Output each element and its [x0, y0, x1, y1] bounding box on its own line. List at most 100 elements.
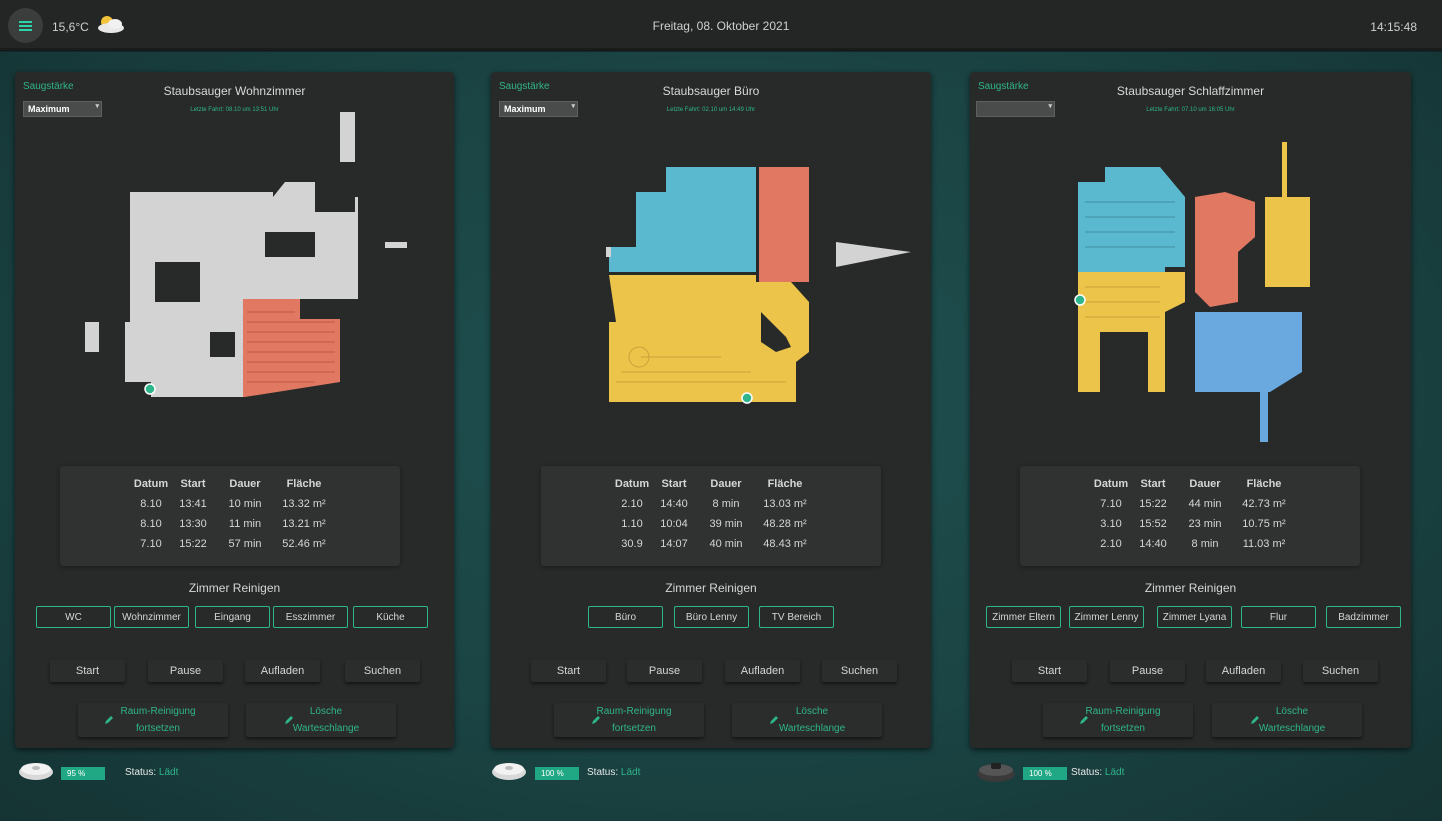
clear-queue-button[interactable]: Lösche Warteschlange [246, 703, 396, 737]
resume-room-cleaning-button[interactable]: Raum-Reinigung fortsetzen [1043, 703, 1193, 737]
cell: 14:40 [1139, 538, 1167, 550]
room-button-badzimmer[interactable]: Badzimmer [1326, 606, 1401, 628]
status-display: Status: Lädt [1071, 767, 1124, 778]
table-row: 2.10 14:40 8 min 13.03 m² [609, 498, 811, 518]
vacuum-map[interactable] [15, 72, 454, 462]
locate-button[interactable]: Suchen [1303, 660, 1378, 682]
room-button-zimmer-eltern[interactable]: Zimmer Eltern [986, 606, 1061, 628]
table-row: 7.10 15:22 44 min 42.73 m² [1088, 498, 1290, 518]
status-display: Status: Lädt [125, 767, 178, 778]
locate-button[interactable]: Suchen [345, 660, 420, 682]
cell: 10 min [228, 498, 262, 510]
start-button[interactable]: Start [1012, 660, 1087, 682]
battery-level: 95 % [61, 767, 105, 780]
time-display: 14:15:48 [1370, 20, 1417, 34]
cell: 8 min [712, 498, 740, 510]
resume-label-line2: fortsetzen [1101, 723, 1145, 734]
clear-label-line1: Lösche [1275, 706, 1309, 717]
clear-label-line2: Warteschlange [292, 723, 360, 734]
pencil-icon [592, 716, 600, 724]
cell: 15:22 [179, 538, 207, 550]
status-label: Status: [1071, 767, 1103, 778]
cell: 39 min [709, 518, 743, 530]
recharge-button[interactable]: Aufladen [245, 660, 320, 682]
date-display: Freitag, 08. Oktober 2021 [652, 19, 790, 33]
room-button-zimmer-lenny[interactable]: Zimmer Lenny [1069, 606, 1144, 628]
room-button-flur[interactable]: Flur [1241, 606, 1316, 628]
resume-label-line1: Raum-Reinigung [1085, 706, 1161, 717]
cell: 10.75 m² [1242, 518, 1286, 530]
status-label: Status: [587, 767, 619, 778]
resume-label-line2: fortsetzen [612, 723, 656, 734]
col-dauer: Dauer [710, 478, 742, 490]
pause-button[interactable]: Pause [1110, 660, 1185, 682]
battery-level: 100 % [535, 767, 579, 780]
room-button-buero-lenny[interactable]: Büro Lenny [674, 606, 749, 628]
col-flaeche: Fläche [1246, 478, 1282, 490]
resume-label-line1: Raum-Reinigung [596, 706, 672, 717]
start-button[interactable]: Start [531, 660, 606, 682]
cell: 44 min [1188, 498, 1222, 510]
cell: 3.10 [1100, 518, 1122, 530]
status-label: Status: [125, 767, 157, 778]
clear-queue-button[interactable]: Lösche Warteschlange [1212, 703, 1362, 737]
vacuum-map[interactable] [970, 72, 1411, 462]
col-datum: Datum [1093, 478, 1129, 490]
cell: 30.9 [621, 538, 643, 550]
start-button[interactable]: Start [50, 660, 125, 682]
cell: 7.10 [1100, 498, 1122, 510]
recharge-button[interactable]: Aufladen [1206, 660, 1281, 682]
cell: 15:52 [1139, 518, 1167, 530]
vacuum-card-buero: Saugstärke Maximum Staubsauger Büro Letz… [491, 72, 931, 748]
status-value: Lädt [620, 767, 641, 778]
table-row: 8.10 13:30 11 min 13.21 m² [128, 518, 330, 538]
vacuum-map[interactable] [491, 72, 931, 462]
pencil-icon [1251, 716, 1259, 724]
rooms-title: Zimmer Reinigen [1144, 581, 1237, 595]
cell: 14:40 [660, 498, 688, 510]
cell: 8.10 [140, 518, 162, 530]
robot-vacuum-icon [19, 763, 53, 780]
cell: 1.10 [621, 518, 643, 530]
pencil-icon [285, 716, 293, 724]
pause-button[interactable]: Pause [148, 660, 223, 682]
room-button-tv-bereich[interactable]: TV Bereich [759, 606, 834, 628]
history-table: Datum Start Dauer Fläche 7.10 15:22 44 min 42.… [1020, 466, 1360, 566]
room-button-wc[interactable]: WC [36, 606, 111, 628]
rooms-title: Zimmer Reinigen [188, 581, 281, 595]
col-start: Start [1140, 478, 1166, 490]
clear-label-line1: Lösche [795, 706, 829, 717]
pencil-icon [105, 716, 113, 724]
col-dauer: Dauer [1189, 478, 1221, 490]
cell: 8.10 [140, 498, 162, 510]
battery-level: 100 % [1023, 767, 1067, 780]
cell: 13.21 m² [282, 518, 326, 530]
room-button-kueche[interactable]: Küche [353, 606, 428, 628]
cell: 11.03 m² [1242, 538, 1286, 550]
table-row: 30.9 14:07 40 min 48.43 m² [609, 538, 811, 558]
pencil-icon [1080, 716, 1088, 724]
room-button-esszimmer[interactable]: Esszimmer [273, 606, 348, 628]
resume-room-cleaning-button[interactable]: Raum-Reinigung fortsetzen [554, 703, 704, 737]
col-flaeche: Fläche [767, 478, 803, 490]
rooms-title: Zimmer Reinigen [665, 581, 757, 595]
status-value: Lädt [1104, 767, 1125, 778]
col-datum: Datum [614, 478, 650, 490]
room-button-eingang[interactable]: Eingang [195, 606, 270, 628]
resume-room-cleaning-button[interactable]: Raum-Reinigung fortsetzen [78, 703, 228, 737]
robot-vacuum-icon [492, 763, 526, 780]
locate-button[interactable]: Suchen [822, 660, 897, 682]
cell: 13.03 m² [763, 498, 807, 510]
cell: 42.73 m² [1242, 498, 1286, 510]
room-button-zimmer-lyana[interactable]: Zimmer Lyana [1157, 606, 1232, 628]
room-button-wohnzimmer[interactable]: Wohnzimmer [114, 606, 189, 628]
cell: 52.46 m² [282, 538, 326, 550]
clear-queue-button[interactable]: Lösche Warteschlange [732, 703, 882, 737]
cell: 2.10 [621, 498, 643, 510]
clear-label-line2: Warteschlange [778, 723, 846, 734]
room-button-buero[interactable]: Büro [588, 606, 663, 628]
pause-button[interactable]: Pause [627, 660, 702, 682]
cell: 10:04 [660, 518, 688, 530]
recharge-button[interactable]: Aufladen [725, 660, 800, 682]
col-datum: Datum [133, 478, 169, 490]
